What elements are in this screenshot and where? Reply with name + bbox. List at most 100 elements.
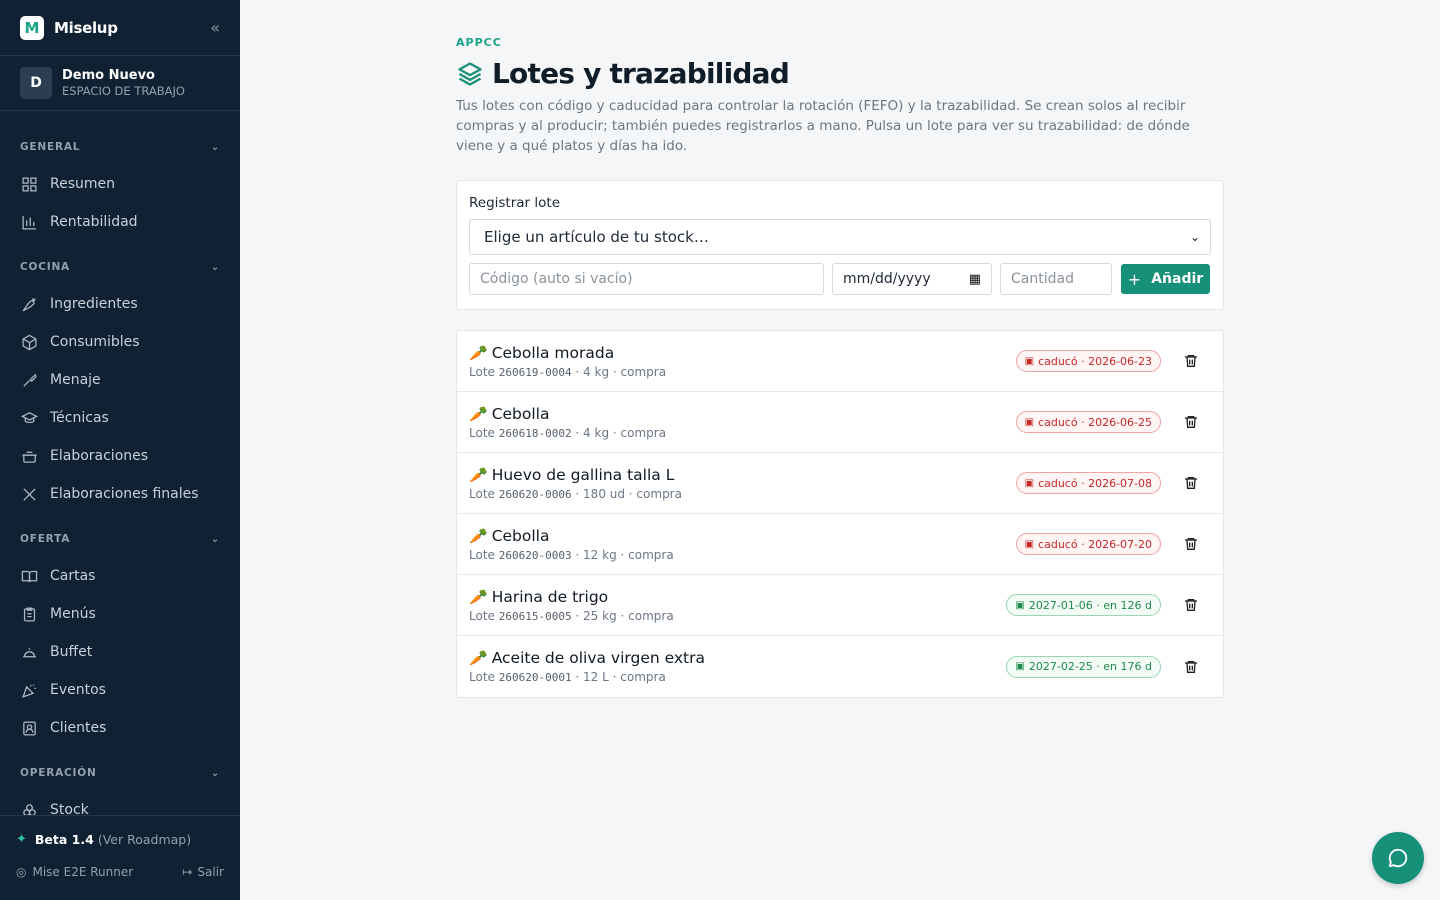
trash-icon[interactable]: [1183, 597, 1199, 613]
cloche-icon: [20, 643, 38, 661]
date-input-placeholder: mm/dd/yyyy: [843, 271, 931, 287]
sidebar-item-ingredientes[interactable]: Ingredientes: [0, 285, 240, 323]
lot-prefix: Lote: [469, 547, 495, 562]
carrot-icon: 🥕: [469, 587, 488, 606]
user-name[interactable]: Mise E2E Runner: [32, 865, 133, 879]
lot-code: 260615-0005: [498, 609, 572, 623]
trash-icon[interactable]: [1183, 353, 1199, 369]
article-select[interactable]: Elige un artículo de tu stock… ⌄: [469, 219, 1211, 255]
register-lot-card: Registrar lote Elige un artículo de tu s…: [456, 180, 1224, 310]
sidebar-section-title: GENERAL: [20, 141, 81, 153]
chevron-down-icon: ⌄: [1189, 230, 1200, 244]
app-name[interactable]: Miselup: [54, 19, 118, 37]
sidebar-item-elaboraciones[interactable]: Elaboraciones: [0, 437, 240, 475]
sidebar-item-técnicas[interactable]: Técnicas: [0, 399, 240, 437]
expiry-badge-text: caducó · 2026-06-23: [1038, 354, 1152, 368]
lot-item-name: Harina de trigo: [491, 587, 609, 606]
calendar-icon: ▣: [1024, 355, 1035, 367]
carrot-icon: 🥕: [469, 649, 488, 667]
expiry-badge-text: 2027-02-25 · en 176 d: [1028, 660, 1152, 673]
sidebar-section-title: COCINA: [20, 261, 70, 273]
sidebar-item-consumibles[interactable]: Consumibles: [0, 323, 240, 361]
expiry-badge: ▣ caducó · 2026-07-20: [1015, 533, 1161, 555]
sidebar-item-label: Resumen: [50, 176, 116, 192]
main-content: APPCC Lotes y trazabilidad Tus lotes con…: [456, 36, 1224, 698]
sidebar-item-menús[interactable]: Menús: [0, 595, 240, 633]
sidebar-item-buffet[interactable]: Buffet: [0, 633, 240, 671]
lots-list: 🥕 Cebolla morada Lote 260619-0004 · 4 kg ·…: [456, 330, 1224, 698]
sidebar-item-label: Menús: [50, 606, 96, 622]
calendar-icon: ▣: [1024, 538, 1035, 550]
code-input[interactable]: Código (auto si vacío): [469, 263, 824, 295]
expiry-badge-text: caducó · 2026-06-25: [1038, 415, 1152, 429]
lot-code: 260618-0002: [498, 426, 572, 440]
workspace-subtitle: ESPACIO DE TRABAJO: [62, 84, 185, 98]
book-icon: [20, 567, 38, 585]
chat-button[interactable]: [1372, 832, 1424, 884]
lot-item-name: Cebolla morada: [491, 343, 615, 362]
sidebar-item-menaje[interactable]: Menaje: [0, 361, 240, 399]
lot-row[interactable]: 🥕 Cebolla Lote 260620-0003 · 12 kg · compr…: [457, 514, 1223, 575]
sidebar-section-3[interactable]: OPERACIÓN ⌄: [0, 755, 240, 791]
carrot-icon: 🥕: [469, 526, 488, 545]
carrot-icon: 🥕: [469, 465, 488, 484]
lot-row[interactable]: 🥕 Harina de trigo Lote 260615-0005 · 25 kg…: [457, 575, 1223, 636]
logout-label: Salir: [197, 865, 224, 879]
expiry-badge-text: 2027-01-06 · en 126 d: [1028, 598, 1152, 612]
lot-detail: · 25 kg · compra: [575, 608, 674, 623]
trash-icon[interactable]: [1183, 659, 1199, 675]
lot-prefix: Lote: [469, 608, 495, 623]
sidebar-item-resumen[interactable]: Resumen: [0, 165, 240, 203]
trash-icon[interactable]: [1183, 536, 1199, 552]
sidebar-item-label: Buffet: [50, 644, 93, 660]
calendar-icon: ▣: [1024, 416, 1035, 428]
sidebar-item-label: Menaje: [50, 372, 101, 388]
workspace-switcher[interactable]: D Demo Nuevo ESPACIO DE TRABAJO: [0, 56, 240, 111]
sidebar-item-label: Técnicas: [50, 410, 109, 426]
lot-code: 260620-0003: [498, 548, 572, 562]
collapse-sidebar-icon[interactable]: «: [210, 18, 220, 37]
quantity-input[interactable]: Cantidad: [1000, 263, 1112, 295]
sidebar-item-label: Elaboraciones finales: [50, 486, 199, 502]
sidebar-item-eventos[interactable]: Eventos: [0, 671, 240, 709]
lot-row[interactable]: 🥕 Aceite de oliva virgen extra Lote 260620…: [457, 636, 1223, 697]
calendar-icon[interactable]: ▦: [969, 272, 981, 287]
sidebar-section-0[interactable]: GENERAL ⌄: [0, 129, 240, 165]
sidebar-item-cartas[interactable]: Cartas: [0, 557, 240, 595]
logout-button[interactable]: ↦ Salir: [182, 865, 224, 879]
plus-icon: +: [1127, 269, 1142, 289]
trash-icon[interactable]: [1183, 475, 1199, 491]
sidebar-section-2[interactable]: OFERTA ⌄: [0, 521, 240, 557]
add-lot-label: Añadir: [1151, 271, 1204, 287]
sidebar-item-clientes[interactable]: Clientes: [0, 709, 240, 747]
add-lot-button[interactable]: + Añadir: [1121, 264, 1210, 294]
quantity-input-placeholder: Cantidad: [1011, 271, 1074, 287]
lot-item-name: Cebolla: [491, 526, 550, 545]
sidebar-item-elaboraciones-finales[interactable]: Elaboraciones finales: [0, 475, 240, 513]
app-logo[interactable]: M: [20, 15, 44, 40]
contact-icon: [20, 719, 38, 737]
sidebar-section-1[interactable]: COCINA ⌄: [0, 249, 240, 285]
page-description: Tus lotes con código y caducidad para co…: [456, 98, 1190, 154]
party-icon: [20, 681, 38, 699]
expiry-date-input[interactable]: mm/dd/yyyy ▦: [832, 263, 992, 295]
lot-row[interactable]: 🥕 Cebolla morada Lote 260619-0004 · 4 kg ·…: [457, 331, 1223, 392]
cutlery-icon: [20, 485, 38, 503]
lot-prefix: Lote: [469, 486, 495, 501]
article-select-value: Elige un artículo de tu stock…: [484, 228, 709, 246]
sidebar-nav: GENERAL ⌄ Resumen Rentabilidad COCINA ⌄ Ingred…: [0, 111, 240, 829]
bar-chart-icon: [20, 213, 38, 231]
lot-row[interactable]: 🥕 Cebolla Lote 260618-0002 · 4 kg · compra…: [457, 392, 1223, 453]
chevron-down-icon: ⌄: [210, 533, 220, 545]
sidebar-item-label: Ingredientes: [50, 296, 138, 312]
expiry-badge: ▣ caducó · 2026-06-23: [1015, 350, 1161, 372]
sidebar-item-label: Clientes: [50, 720, 107, 736]
roadmap-link[interactable]: (Ver Roadmap): [98, 832, 191, 847]
lot-row[interactable]: 🥕 Huevo de gallina talla L Lote 260620-000…: [457, 453, 1223, 514]
logout-icon: ↦: [182, 865, 193, 879]
lot-code: 260620-0006: [498, 487, 572, 501]
clipboard-icon: [20, 605, 38, 623]
lot-prefix: Lote: [469, 425, 495, 440]
sidebar-item-rentabilidad[interactable]: Rentabilidad: [0, 203, 240, 241]
trash-icon[interactable]: [1183, 414, 1199, 430]
